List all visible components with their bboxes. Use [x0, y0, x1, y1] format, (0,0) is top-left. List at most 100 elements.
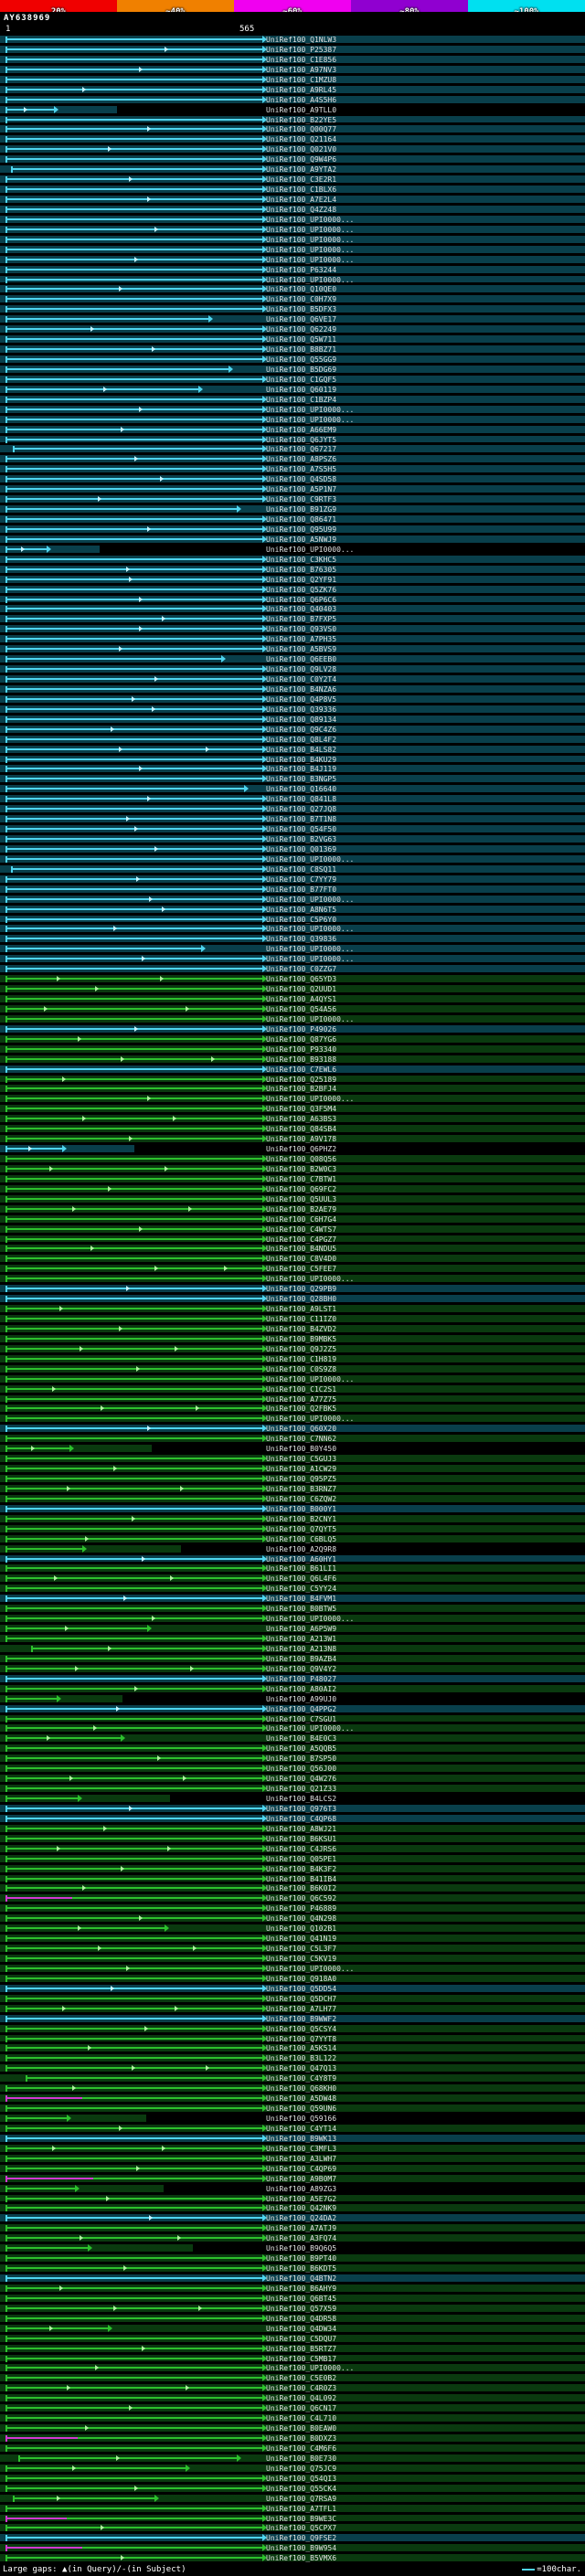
alignment-row[interactable]: UniRef100_Q5DCH7 [0, 1994, 585, 2004]
alignment-row[interactable]: UniRef100_Q95PZ5 [0, 1474, 585, 1484]
alignment-row[interactable]: UniRef100_Q25189 [0, 1075, 585, 1085]
alignment-row[interactable]: UniRef100_UPI0000... [0, 255, 585, 265]
alignment-row[interactable]: UniRef100_Q21164 [0, 134, 585, 144]
alignment-row[interactable]: UniRef100_Q5DD54 [0, 1984, 585, 1994]
alignment-row[interactable]: UniRef100_Q42NK9 [0, 2203, 585, 2213]
alignment-row[interactable]: UniRef100_Q4SD58 [0, 474, 585, 484]
alignment-row[interactable]: UniRef100_C6ZQW2 [0, 1494, 585, 1504]
alignment-row[interactable]: UniRef100_B4LCS2 [0, 1794, 585, 1804]
alignment-row[interactable]: UniRef100_C4WTS7 [0, 1224, 585, 1235]
alignment-row[interactable]: UniRef100_C1H819 [0, 1354, 585, 1364]
alignment-row[interactable]: UniRef100_A213N8 [0, 1644, 585, 1654]
alignment-row[interactable]: UniRef100_B4ZVD2 [0, 1324, 585, 1334]
alignment-row[interactable]: UniRef100_C4QP69 [0, 2164, 585, 2174]
alignment-row[interactable]: UniRef100_Q16640 [0, 784, 585, 794]
alignment-row[interactable]: UniRef100_B2AE79 [0, 1204, 585, 1214]
alignment-row[interactable]: UniRef100_C5GUJ3 [0, 1454, 585, 1464]
alignment-row[interactable]: UniRef100_C1BLX6 [0, 185, 585, 195]
alignment-row[interactable]: UniRef100_Q6C592 [0, 1893, 585, 1903]
alignment-row[interactable]: UniRef100_Q54F50 [0, 824, 585, 834]
alignment-row[interactable]: UniRef100_Q6EEB0 [0, 654, 585, 664]
alignment-row[interactable]: UniRef100_B93188 [0, 1055, 585, 1065]
alignment-row[interactable]: UniRef100_B0DXZ3 [0, 2433, 585, 2443]
alignment-row[interactable]: UniRef100_C8V4D0 [0, 1254, 585, 1264]
alignment-row[interactable]: UniRef100_Q21Z33 [0, 1784, 585, 1794]
alignment-row[interactable]: UniRef100_B61LI1 [0, 1564, 585, 1574]
alignment-row[interactable]: UniRef100_C3E2R1 [0, 175, 585, 185]
alignment-row[interactable]: UniRef100_C5P6Y0 [0, 915, 585, 925]
alignment-row[interactable]: UniRef100_UPI0000... [0, 954, 585, 964]
alignment-row[interactable]: UniRef100_A5BVS9 [0, 644, 585, 654]
alignment-row[interactable]: UniRef100_A3LWH7 [0, 2154, 585, 2164]
alignment-row[interactable]: UniRef100_Q5UUL3 [0, 1194, 585, 1204]
alignment-row[interactable]: UniRef100_P46889 [0, 1903, 585, 1913]
alignment-row[interactable]: UniRef100_A77Z75 [0, 1394, 585, 1405]
alignment-row[interactable]: UniRef100_B4FVM1 [0, 1594, 585, 1604]
alignment-row[interactable]: UniRef100_UPI0000... [0, 235, 585, 245]
alignment-row[interactable]: UniRef100_Q102B1 [0, 1924, 585, 1934]
alignment-row[interactable]: UniRef100_UPI0000... [0, 245, 585, 255]
alignment-row[interactable]: UniRef100_Q4DW34 [0, 2324, 585, 2334]
alignment-row[interactable]: UniRef100_Q39836 [0, 934, 585, 944]
alignment-row[interactable]: UniRef100_Q86471 [0, 514, 585, 525]
alignment-row[interactable]: UniRef100_C1MZU8 [0, 75, 585, 85]
alignment-row[interactable]: UniRef100_Q5ZK76 [0, 585, 585, 595]
alignment-row[interactable]: UniRef100_Q47Q13 [0, 2063, 585, 2073]
alignment-row[interactable]: UniRef100_C6BLQ5 [0, 1534, 585, 1544]
alignment-row[interactable]: UniRef100_A8WJ21 [0, 1824, 585, 1834]
alignment-row[interactable]: UniRef100_Q60119 [0, 385, 585, 395]
alignment-row[interactable]: UniRef100_A60HY1 [0, 1554, 585, 1564]
alignment-row[interactable]: UniRef100_Q9FSE2 [0, 2533, 585, 2543]
alignment-row[interactable]: UniRef100_Q40403 [0, 604, 585, 614]
alignment-row[interactable]: UniRef100_UPI0000... [0, 854, 585, 864]
alignment-row[interactable]: UniRef100_B9MBK5 [0, 1334, 585, 1344]
alignment-row[interactable]: UniRef100_C5KV19 [0, 1954, 585, 1964]
alignment-row[interactable]: UniRef100_Q28BH0 [0, 1294, 585, 1304]
alignment-row[interactable]: UniRef100_Q87YG6 [0, 1034, 585, 1044]
alignment-row[interactable]: UniRef100_Q9J2Z5 [0, 1344, 585, 1354]
alignment-row[interactable]: UniRef100_A7S5H5 [0, 464, 585, 474]
alignment-row[interactable]: UniRef100_Q59UN6 [0, 2104, 585, 2114]
alignment-row[interactable]: UniRef100_C4L710 [0, 2413, 585, 2423]
alignment-row[interactable]: UniRef100_Q60X20 [0, 1424, 585, 1434]
alignment-row[interactable]: UniRef100_UPI0000... [0, 405, 585, 415]
alignment-row[interactable]: UniRef100_C7BTW1 [0, 1174, 585, 1184]
alignment-row[interactable]: UniRef100_B77FT0 [0, 885, 585, 895]
alignment-row[interactable]: UniRef100_B5DG69 [0, 365, 585, 375]
alignment-row[interactable]: UniRef100_Q5W711 [0, 334, 585, 345]
alignment-row[interactable]: UniRef100_C0ZZG7 [0, 964, 585, 974]
alignment-row[interactable]: UniRef100_B3RNZ7 [0, 1484, 585, 1494]
alignment-row[interactable]: UniRef100_C3MFL3 [0, 2144, 585, 2154]
alignment-row[interactable]: UniRef100_C4QP68 [0, 1814, 585, 1824]
alignment-row[interactable]: UniRef100_P49026 [0, 1024, 585, 1034]
alignment-row[interactable]: UniRef100_B7T1N8 [0, 814, 585, 824]
alignment-row[interactable]: UniRef100_Q65YD3 [0, 974, 585, 984]
alignment-row[interactable]: UniRef100_C7NN62 [0, 1434, 585, 1444]
alignment-row[interactable]: UniRef100_Q4PPG2 [0, 1704, 585, 1714]
alignment-row[interactable]: UniRef100_Q55CK4 [0, 2484, 585, 2494]
alignment-row[interactable]: UniRef100_Q976T3 [0, 1804, 585, 1814]
alignment-row[interactable]: UniRef100_UPI0000... [0, 944, 585, 954]
alignment-row[interactable]: UniRef100_A66EM9 [0, 425, 585, 435]
alignment-row[interactable]: UniRef100_Q27JQ8 [0, 804, 585, 814]
alignment-row[interactable]: UniRef100_C11IZ0 [0, 1314, 585, 1324]
alignment-row[interactable]: UniRef100_B0EAW0 [0, 2423, 585, 2433]
alignment-row[interactable]: UniRef100_B4LS82 [0, 745, 585, 755]
alignment-row[interactable]: UniRef100_B4KU29 [0, 755, 585, 765]
alignment-row[interactable]: UniRef100_A9YTA2 [0, 164, 585, 175]
alignment-row[interactable]: UniRef100_B22YE5 [0, 115, 585, 125]
alignment-row[interactable]: UniRef100_A1CW29 [0, 1464, 585, 1474]
alignment-row[interactable]: UniRef100_B6AHY9 [0, 2284, 585, 2294]
alignment-row[interactable]: UniRef100_B91ZG9 [0, 504, 585, 514]
alignment-row[interactable]: UniRef100_A4S5H6 [0, 95, 585, 105]
alignment-row[interactable]: UniRef100_B2CNY1 [0, 1514, 585, 1524]
alignment-row[interactable]: UniRef100_A8PSZ6 [0, 454, 585, 464]
alignment-row[interactable]: UniRef100_C4PGZ7 [0, 1235, 585, 1245]
alignment-row[interactable]: UniRef100_C6H7G4 [0, 1214, 585, 1224]
alignment-row[interactable]: UniRef100_Q6JYT5 [0, 435, 585, 445]
alignment-row[interactable]: UniRef100_B9W954 [0, 2543, 585, 2553]
alignment-row[interactable]: UniRef100_C1BZP4 [0, 395, 585, 405]
alignment-row[interactable]: UniRef100_Q7QYT5 [0, 1524, 585, 1534]
alignment-row[interactable]: UniRef100_A5NWJ9 [0, 535, 585, 545]
alignment-row[interactable]: UniRef100_Q56J00 [0, 1764, 585, 1774]
